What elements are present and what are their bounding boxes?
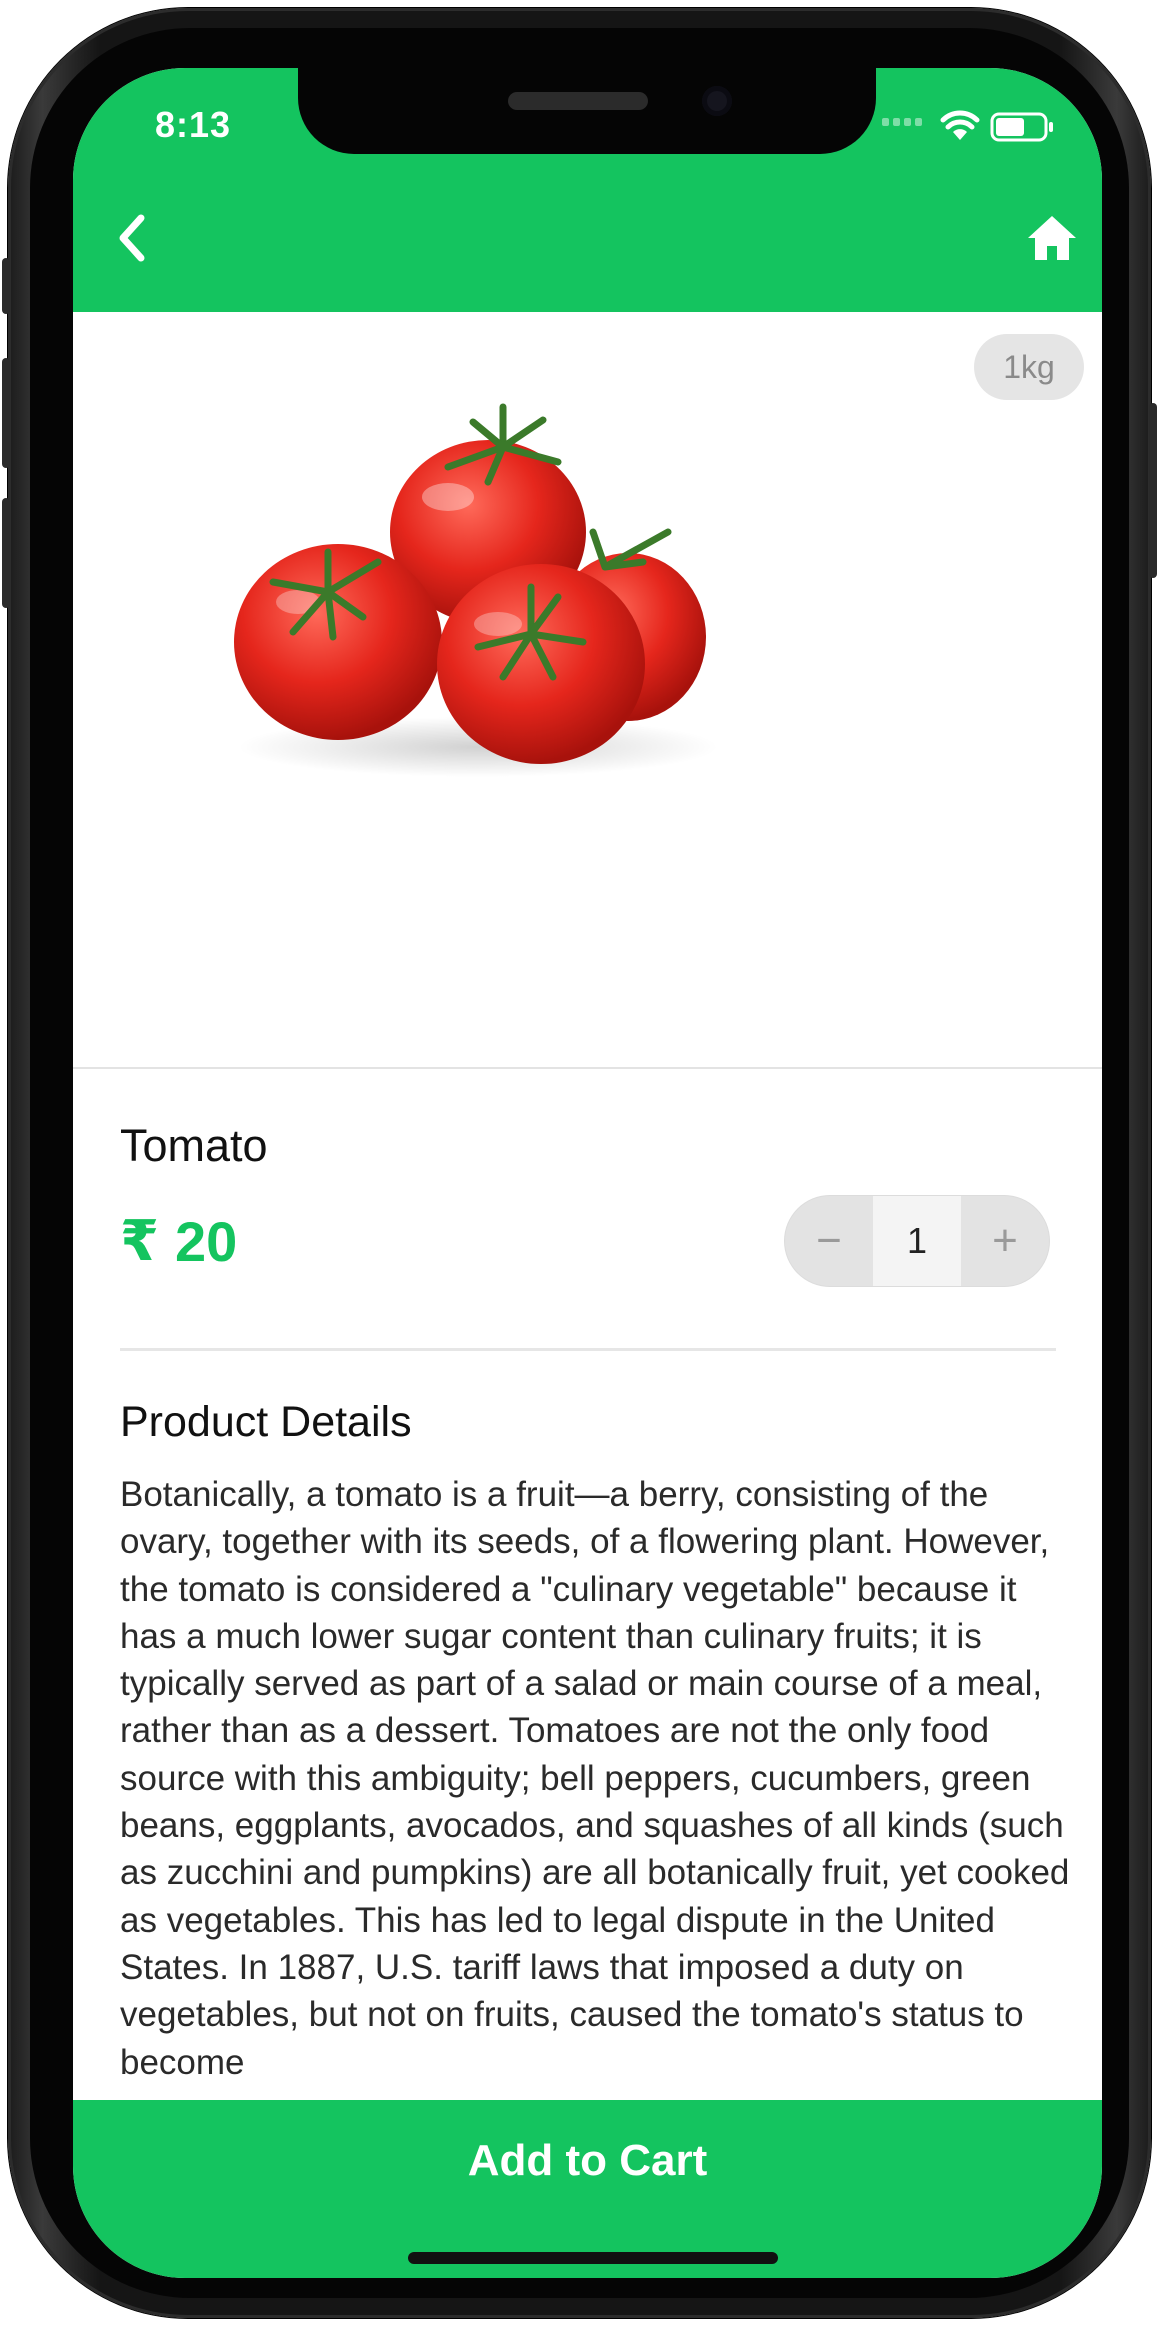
phone-frame: 8:13 1kg Tomato ₹ 20 − 1 + Product Detai…: [2, 8, 1157, 2318]
power-button: [1149, 403, 1157, 578]
status-indicators: [882, 110, 1062, 142]
back-button[interactable]: [103, 208, 163, 268]
notch: [298, 68, 876, 154]
details-title: Product Details: [120, 1398, 412, 1446]
home-button[interactable]: [1024, 210, 1080, 266]
product-image-area: 1kg: [73, 312, 1102, 1069]
chevron-left-icon: [119, 214, 145, 262]
increase-quantity-button[interactable]: +: [961, 1196, 1049, 1286]
quantity-value: 1: [873, 1196, 961, 1286]
home-icon: [1028, 216, 1076, 260]
battery-icon: [990, 112, 1053, 142]
status-time: 8:13: [155, 104, 232, 145]
add-to-cart-button[interactable]: Add to Cart: [73, 2100, 1102, 2278]
weight-badge: 1kg: [974, 334, 1084, 400]
section-divider: [120, 1348, 1056, 1351]
app-header: 8:13: [73, 68, 1102, 312]
app-screen: 8:13 1kg Tomato ₹ 20 − 1 + Product Detai…: [73, 68, 1102, 2278]
product-price: 20: [174, 1209, 238, 1273]
speaker-grille: [508, 92, 648, 110]
silent-switch: [2, 258, 10, 314]
wifi-icon: [940, 110, 980, 140]
volume-up-button: [2, 358, 10, 468]
product-name: Tomato: [120, 1120, 268, 1171]
volume-down-button: [2, 498, 10, 608]
product-image: [234, 403, 718, 777]
price-row: ₹ 20: [120, 1208, 237, 1274]
currency-symbol: ₹: [120, 1209, 159, 1272]
signal-icon: [882, 118, 922, 126]
details-body: Botanically, a tomato is a fruit—a berry…: [120, 1475, 1070, 2082]
front-camera: [702, 86, 732, 116]
quantity-stepper: − 1 +: [785, 1196, 1049, 1286]
decrease-quantity-button[interactable]: −: [785, 1196, 873, 1286]
home-indicator[interactable]: [408, 2252, 778, 2264]
